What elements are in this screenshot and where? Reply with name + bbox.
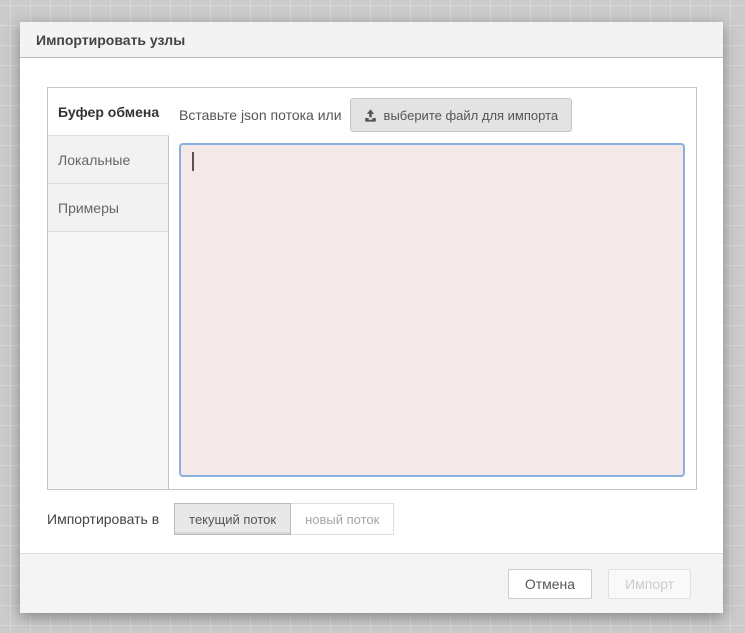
- paste-json-label: Вставьте json потока или: [179, 107, 342, 123]
- cancel-button[interactable]: Отмена: [508, 569, 592, 599]
- import-target-row: Импортировать в текущий поток новый пото…: [47, 503, 394, 535]
- import-nodes-dialog: Импортировать узлы Буфер обмена Локальны…: [20, 22, 723, 613]
- dialog-footer: Отмена Импорт: [20, 553, 723, 613]
- tab-local[interactable]: Локальные: [48, 136, 168, 184]
- tab-examples[interactable]: Примеры: [48, 184, 168, 232]
- new-flow-toggle-label: новый поток: [305, 512, 379, 527]
- select-file-button-label: выберите файл для импорта: [384, 108, 559, 123]
- tab-clipboard[interactable]: Буфер обмена: [48, 88, 169, 136]
- current-flow-toggle[interactable]: текущий поток: [174, 503, 291, 535]
- tab-clipboard-label: Буфер обмена: [58, 104, 159, 120]
- dialog-header: Импортировать узлы: [20, 22, 723, 58]
- current-flow-toggle-label: текущий поток: [189, 512, 276, 527]
- upload-icon: [364, 109, 377, 122]
- import-button[interactable]: Импорт: [608, 569, 691, 599]
- flow-json-textarea[interactable]: [181, 145, 683, 475]
- import-box: Буфер обмена Локальные Примеры Вставьте …: [47, 87, 697, 490]
- tab-local-label: Локальные: [58, 152, 130, 168]
- text-caret: [192, 152, 194, 171]
- flow-json-field-wrap: [179, 143, 685, 477]
- dialog-title: Импортировать узлы: [36, 32, 185, 48]
- import-target-toggle-group: текущий поток новый поток: [174, 503, 394, 535]
- file-row: Вставьте json потока или выберите файл д…: [179, 98, 685, 132]
- import-target-label: Импортировать в: [47, 511, 159, 527]
- workspace-background: { "dialog": { "title": "Импортировать уз…: [0, 0, 745, 633]
- select-file-button[interactable]: выберите файл для импорта: [350, 98, 573, 132]
- tab-examples-label: Примеры: [58, 200, 119, 216]
- clipboard-pane: Вставьте json потока или выберите файл д…: [169, 88, 696, 489]
- new-flow-toggle[interactable]: новый поток: [291, 503, 394, 535]
- import-source-tabs: Буфер обмена Локальные Примеры: [48, 88, 169, 489]
